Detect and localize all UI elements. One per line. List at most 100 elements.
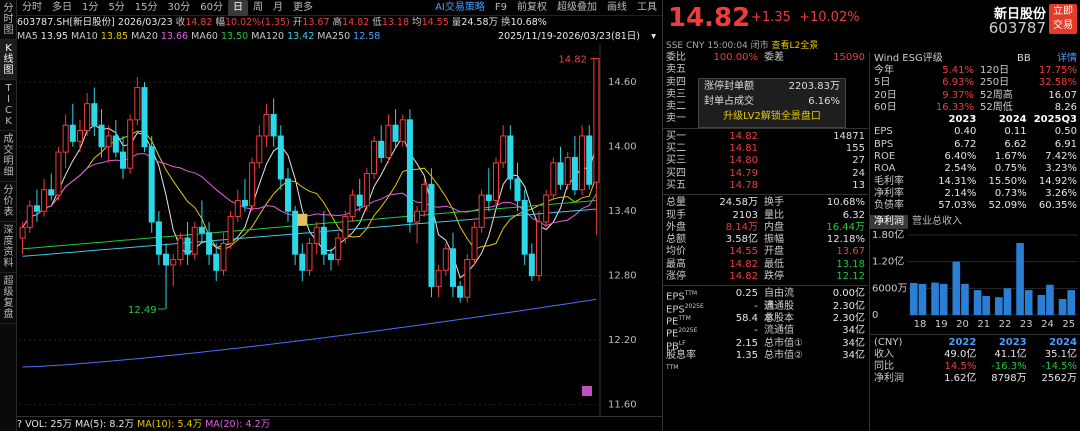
info-vol: 24.58万 [461,17,499,28]
weicha-label: 委差 [764,52,784,63]
candle-body [299,253,306,271]
toolbar-btn-0[interactable]: AI交易策略 [430,0,490,16]
ma5-label: MA5 [17,31,38,42]
summary-cell: 14.5% [944,361,977,373]
vtab-0[interactable]: 分 时 图 [0,0,17,40]
buy-label: 买二 [666,143,686,155]
seal-amount-label: 涨停封单额 [704,81,754,93]
candle-body [48,189,55,196]
period-tab-3[interactable]: 5分 [103,0,129,16]
info-close: 14.82 [185,17,213,28]
perf-label: 60日 [874,101,897,113]
perf-value-2: 8.26 [1054,101,1077,113]
esg-rating: BB [1017,53,1031,64]
summary-cell: 收入 [874,348,894,360]
period-tab-2[interactable]: 1分 [77,0,103,16]
ma120-value: 13.42 [287,31,315,42]
buy-price: 14.81 [729,143,758,155]
profit-bar [1016,242,1024,315]
dropdown-icon[interactable]: ▾ [651,30,656,44]
summary-header: (CNY) 2022 2023 2024 [870,337,1080,349]
stat-value: 3.58亿 [725,234,758,246]
perf-value-2: 32.58% [1038,77,1077,89]
perf-value: 16.33% [935,101,974,113]
summary-head-cell: 2024 [1049,336,1077,348]
profit-tab-0[interactable]: 净利润 [870,214,908,229]
candle-body [442,248,449,271]
perf-value: 9.37% [942,89,974,101]
ma120-label: MA120 [251,31,285,42]
stat-label: 总额 [666,234,686,246]
toolbar-btn-3[interactable]: 超级叠加 [552,0,602,16]
fund-row: 股息率 TTM 1.35 总市值② 34亿 [663,349,868,371]
vol-ma5: MA(5): 8.2万 [75,419,135,430]
candle-body [98,124,105,148]
bar-x-label: 19 [935,319,948,329]
sell-levels: 卖五 卖四 卖三 卖二 卖一 涨停封单额 2203.83万 封单占成交 6.16% 升级LV… [663,64,868,129]
bar-y-tick: 1.80亿 [872,229,904,241]
candle-body [234,199,241,218]
fin-head-cell [874,114,926,126]
exchange-time: SSE CNY 15:00:04 [666,41,748,51]
candle-body [227,216,234,244]
info-date: 2026/03/23 [117,17,173,28]
vtab-1[interactable]: K 线 图 [0,40,17,80]
upgrade-lv2-link[interactable]: 升级LV2解锁全景盘口 [699,109,845,125]
l2-link[interactable]: 查看L2全景 [772,41,819,51]
period-tab-5[interactable]: 30分 [162,0,195,16]
sell-label: 卖五 [666,64,686,76]
stat-row: 总量 24.58万 换手 10.68% [663,197,868,209]
sell-qty [758,64,865,76]
period-tab-9[interactable]: 月 [268,0,288,16]
period-tab-0[interactable]: 分时 [17,0,47,16]
fin-cell: 0.75% [994,163,1027,175]
profit-bar [995,296,1003,315]
toolbar-btn-5[interactable]: 工具 [632,0,662,16]
period-tab-8[interactable]: 周 [248,0,268,16]
fund-label-2: 流通股本 [764,300,794,324]
fund-value: 1.35 [735,349,758,361]
info-avg: 14.55 [421,17,449,28]
period-tab-10[interactable]: 更多 [288,0,318,16]
period-tab-7[interactable]: 日 [227,0,248,16]
fund-value: 2.15 [735,337,758,349]
help-icon[interactable]: ? [17,419,22,430]
vtab-3[interactable]: 成 交 明 细 [0,131,17,182]
period-tab-1[interactable]: 多日 [47,0,77,16]
buy-price: 14.82 [729,130,758,142]
sell-label: 卖三 [666,88,686,100]
esg-detail-link[interactable]: 详情 [1057,52,1077,65]
y-tick-label: 12.80 [608,271,637,282]
candle-body [241,199,248,207]
kline-chart[interactable]: 14.60 14.00 13.40 12.80 12.20 11.60 14.82 12.49 [17,44,662,416]
candle-body [26,205,33,228]
period-tab-6[interactable]: 60分 [195,0,228,16]
ma5-value: 13.95 [40,31,68,42]
vtab-6[interactable]: 超 级 复 盘 [0,273,17,324]
candle-body [457,285,464,298]
info-close-label: 收 [175,17,186,28]
stat-value: 14.82 [729,258,758,270]
fund-value: - [754,325,758,337]
bar-x-label: 18 [914,319,927,329]
stat-row: 均价 14.55 开盘 13.67 [663,246,868,258]
fund-label-2: 总市值② [764,349,803,361]
ma10-label: MA10 [71,31,98,42]
fin-cell: 0.40 [954,126,977,138]
candle-body [313,226,320,244]
toolbar-btn-1[interactable]: F9 [490,0,512,16]
vtab-2[interactable]: T I C K [0,80,17,131]
vtab-4[interactable]: 分 价 表 [0,182,17,222]
vtab-5[interactable]: 深 度 资 料 [0,222,17,273]
candle-body [507,135,514,180]
fund-value-2: 2.30亿 [832,300,865,312]
profit-tab-1[interactable]: 营业总收入 [908,215,966,229]
candle-body [249,162,256,207]
toolbar-btn-4[interactable]: 画线 [602,0,632,16]
info-avg-label: 均 [412,17,422,28]
stat-label: 外盘 [666,221,686,233]
trade-now-button[interactable]: 立即交易 [1049,4,1077,34]
period-tab-4[interactable]: 15分 [130,0,163,16]
fundamentals-column: Wind ESG评级 BB 详情 今年 5.41% 120日 17.75% 5日 6.93… [869,52,1080,431]
toolbar-btn-2[interactable]: 前复权 [512,0,552,16]
